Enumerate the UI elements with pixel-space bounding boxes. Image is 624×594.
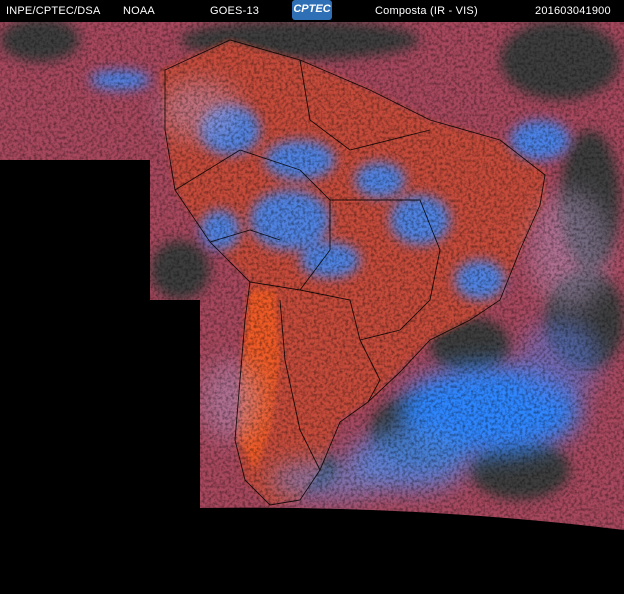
satellite-label: GOES-13 (210, 5, 260, 17)
cptec-logo: CPTEC (292, 0, 332, 20)
image-header: INPE/CPTEC/DSA NOAA GOES-13 CPTEC Compos… (0, 0, 624, 22)
source-label: INPE/CPTEC/DSA (6, 5, 101, 17)
product-label: Composta (IR - VIS) (375, 5, 478, 17)
noise-texture (0, 22, 624, 530)
swath-area (0, 22, 624, 530)
agency-label: NOAA (123, 5, 155, 17)
logo-text: CPTEC (293, 3, 331, 15)
timestamp-label: 201603041900 (535, 5, 611, 17)
satellite-composite-image (0, 22, 624, 530)
